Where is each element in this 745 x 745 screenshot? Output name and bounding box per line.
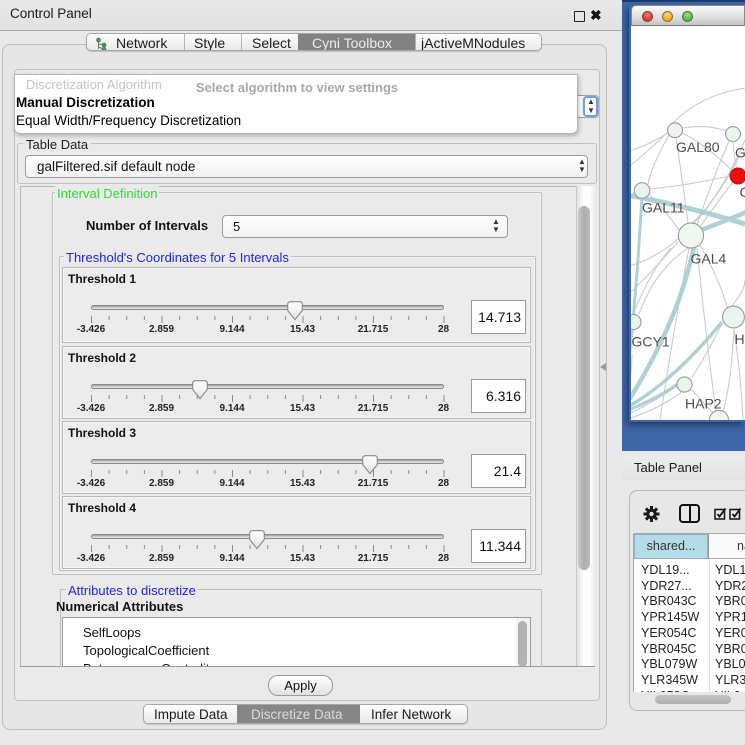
svg-text:GAL80: GAL80 [676, 139, 720, 155]
svg-text:GCY1: GCY1 [632, 334, 670, 350]
svg-text:GAL4: GAL4 [691, 251, 727, 267]
svg-text:GA: GA [735, 145, 745, 161]
svg-text:CD: CD [740, 184, 745, 200]
svg-text:GAL11: GAL11 [642, 200, 685, 216]
svg-text:H: H [735, 331, 745, 347]
svg-text:HAP2: HAP2 [685, 396, 722, 412]
